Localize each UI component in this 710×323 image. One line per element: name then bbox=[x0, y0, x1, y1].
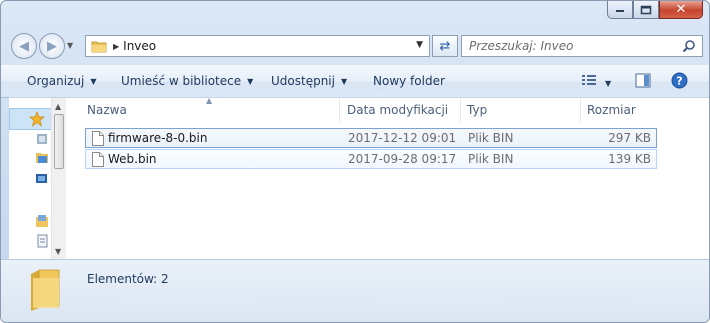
file-size: 297 KB bbox=[608, 131, 651, 145]
libraries-icon[interactable] bbox=[35, 214, 49, 228]
folder-icon bbox=[91, 41, 107, 53]
file-size: 139 KB bbox=[608, 152, 651, 166]
column-divider[interactable] bbox=[339, 98, 340, 122]
explorer-window: ✕ ◀ ▶ ▼ ▶ Inveo ▼ ⇄ Organizuj ▼ bbox=[0, 0, 710, 323]
column-header-type[interactable]: Typ bbox=[467, 103, 487, 121]
new-folder-button[interactable]: Nowy folder bbox=[373, 74, 445, 88]
navigation-pane: ▲ ▼ bbox=[9, 98, 66, 260]
scroll-down-icon[interactable]: ▼ bbox=[55, 247, 61, 256]
recent-places-icon[interactable] bbox=[35, 172, 49, 186]
svg-text:?: ? bbox=[676, 75, 682, 88]
preview-pane-icon bbox=[635, 73, 651, 88]
search-icon[interactable] bbox=[682, 39, 696, 53]
maximize-button[interactable] bbox=[633, 1, 659, 19]
file-type: Plik BIN bbox=[468, 131, 514, 145]
view-list-icon bbox=[582, 75, 596, 85]
caption-buttons: ✕ bbox=[607, 1, 703, 21]
downloads-icon[interactable] bbox=[35, 132, 49, 146]
help-icon: ? bbox=[671, 72, 688, 89]
back-arrow-icon: ◀ bbox=[19, 38, 29, 54]
view-options-button[interactable]: ▼ bbox=[581, 73, 611, 90]
share-button[interactable]: Udostępnij ▼ bbox=[271, 74, 347, 88]
column-header-name[interactable]: Nazwa bbox=[87, 103, 127, 121]
column-divider[interactable] bbox=[580, 98, 581, 122]
file-date: 2017-12-12 09:01 bbox=[348, 131, 457, 145]
file-type: Plik BIN bbox=[468, 152, 514, 166]
address-bar[interactable]: ▶ Inveo ▼ bbox=[85, 35, 430, 57]
search-box[interactable] bbox=[461, 35, 703, 57]
file-icon bbox=[92, 131, 104, 146]
chevron-down-icon: ▼ bbox=[340, 77, 348, 86]
refresh-button[interactable]: ⇄ bbox=[432, 35, 458, 57]
minimize-icon bbox=[616, 9, 624, 12]
column-header-date[interactable]: Data modyfikacji bbox=[347, 103, 448, 121]
chevron-down-icon: ▼ bbox=[90, 77, 97, 86]
new-folder-label: Nowy folder bbox=[373, 74, 445, 88]
include-in-library-button[interactable]: Umieść w bibliotece ▼ bbox=[121, 74, 253, 88]
share-label: Udostępnij bbox=[271, 74, 335, 88]
breadcrumb-inveo[interactable]: Inveo bbox=[123, 39, 156, 53]
desktop-folder-icon[interactable] bbox=[35, 150, 49, 164]
address-row: ◀ ▶ ▼ ▶ Inveo ▼ ⇄ bbox=[9, 31, 703, 61]
library-label: Umieść w bibliotece bbox=[121, 74, 242, 88]
scroll-up-icon[interactable]: ▲ bbox=[55, 102, 61, 111]
column-header-size[interactable]: Rozmiar bbox=[587, 103, 636, 121]
chevron-down-icon: ▼ bbox=[247, 77, 254, 86]
close-button[interactable]: ✕ bbox=[659, 1, 703, 19]
command-bar: Organizuj ▼ Umieść w bibliotece ▼ Udostępn… bbox=[1, 65, 709, 98]
documents-icon[interactable] bbox=[35, 234, 49, 248]
column-divider[interactable] bbox=[460, 98, 461, 122]
preview-pane-button[interactable] bbox=[635, 73, 651, 91]
forward-arrow-icon: ▶ bbox=[47, 38, 57, 54]
file-row[interactable]: firmware-8-0.bin 2017-12-12 09:01 Plik B… bbox=[85, 128, 657, 148]
large-folder-icon bbox=[31, 269, 60, 311]
file-date: 2017-09-28 09:17 bbox=[348, 152, 457, 166]
close-icon: ✕ bbox=[675, 2, 687, 17]
file-icon bbox=[92, 152, 104, 167]
navigation-scrollbar[interactable]: ▲ ▼ bbox=[51, 98, 66, 260]
content-area: ▲ ▼ ▲ Nazwa Data modyfikacji Typ Rozmiar… bbox=[9, 96, 709, 260]
recent-pages-dropdown[interactable]: ▼ bbox=[67, 41, 75, 50]
file-name: firmware-8-0.bin bbox=[108, 131, 208, 145]
refresh-icon: ⇄ bbox=[439, 38, 451, 54]
address-dropdown-icon[interactable]: ▼ bbox=[416, 40, 423, 50]
details-pane: Elementów: 2 bbox=[1, 259, 709, 322]
file-name: Web.bin bbox=[108, 152, 157, 166]
star-icon bbox=[29, 111, 45, 127]
organize-button[interactable]: Organizuj ▼ bbox=[27, 74, 96, 88]
breadcrumb-arrow-icon[interactable]: ▶ bbox=[113, 42, 119, 51]
organize-label: Organizuj bbox=[27, 74, 85, 88]
chevron-down-icon: ▼ bbox=[605, 79, 612, 88]
search-input[interactable] bbox=[462, 36, 679, 56]
sort-ascending-icon: ▲ bbox=[206, 96, 213, 105]
help-button[interactable]: ? bbox=[671, 72, 688, 92]
back-button[interactable]: ◀ bbox=[11, 33, 37, 59]
forward-button[interactable]: ▶ bbox=[39, 33, 65, 59]
maximize-icon bbox=[640, 5, 652, 14]
item-count: Elementów: 2 bbox=[87, 272, 169, 286]
file-row[interactable]: Web.bin 2017-09-28 09:17 Plik BIN 139 KB bbox=[85, 149, 657, 169]
file-list: ▲ Nazwa Data modyfikacji Typ Rozmiar fir… bbox=[83, 96, 709, 260]
scrollbar-thumb[interactable] bbox=[54, 114, 64, 169]
minimize-button[interactable] bbox=[607, 1, 633, 19]
